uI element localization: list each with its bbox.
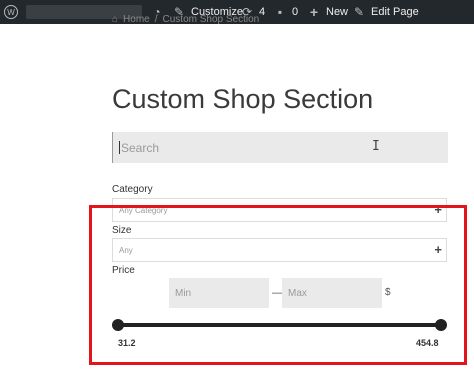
size-expand-icon[interactable]: +	[434, 243, 442, 257]
category-select[interactable]: Any Category +	[112, 198, 447, 222]
comment-icon: ▪	[277, 5, 283, 19]
ibeam-cursor-icon: I	[372, 139, 380, 154]
category-label: Category	[112, 184, 153, 195]
breadcrumb: ⌂ Home / Custom Shop Section	[112, 14, 259, 25]
highlight-box	[89, 205, 467, 365]
price-range-min-value: 31.2	[118, 338, 136, 348]
currency-symbol: $	[385, 287, 391, 298]
price-max-placeholder: Max	[288, 287, 307, 299]
category-expand-icon[interactable]: +	[434, 203, 442, 217]
edit-page-label: Edit Page	[371, 6, 419, 18]
page-title: Custom Shop Section	[112, 84, 374, 114]
comments-button[interactable]: ▪ 0	[273, 0, 298, 24]
category-value: Any Category	[119, 205, 168, 215]
price-range-max-value: 454.8	[416, 338, 439, 348]
new-content-button[interactable]: + New	[307, 0, 348, 24]
price-min-input[interactable]: Min	[169, 278, 269, 308]
updates-count: 4	[259, 6, 266, 18]
search-input[interactable]: Search	[112, 132, 448, 163]
price-label: Price	[112, 265, 135, 276]
wordpress-logo-icon[interactable]: W	[4, 0, 18, 24]
price-max-input[interactable]: Max	[282, 278, 382, 308]
breadcrumb-current: Custom Shop Section	[162, 14, 260, 25]
home-icon: ⌂	[112, 14, 119, 25]
breadcrumb-separator: /	[154, 14, 158, 25]
size-label: Size	[112, 225, 132, 236]
price-range-slider[interactable]	[118, 323, 440, 327]
search-placeholder: Search	[121, 140, 160, 155]
comments-count: 0	[292, 6, 299, 18]
size-value: Any	[119, 245, 133, 255]
slider-min-handle[interactable]	[112, 319, 124, 331]
slider-max-handle[interactable]	[435, 319, 447, 331]
breadcrumb-home-link[interactable]: Home	[123, 14, 150, 25]
text-caret	[119, 141, 120, 154]
new-label: New	[326, 6, 349, 18]
edit-page-button[interactable]: ✎ Edit Page	[352, 0, 419, 24]
pencil-icon: ✎	[353, 5, 365, 19]
plus-icon: +	[309, 4, 319, 20]
size-select[interactable]: Any +	[112, 238, 447, 262]
price-min-placeholder: Min	[175, 287, 192, 299]
